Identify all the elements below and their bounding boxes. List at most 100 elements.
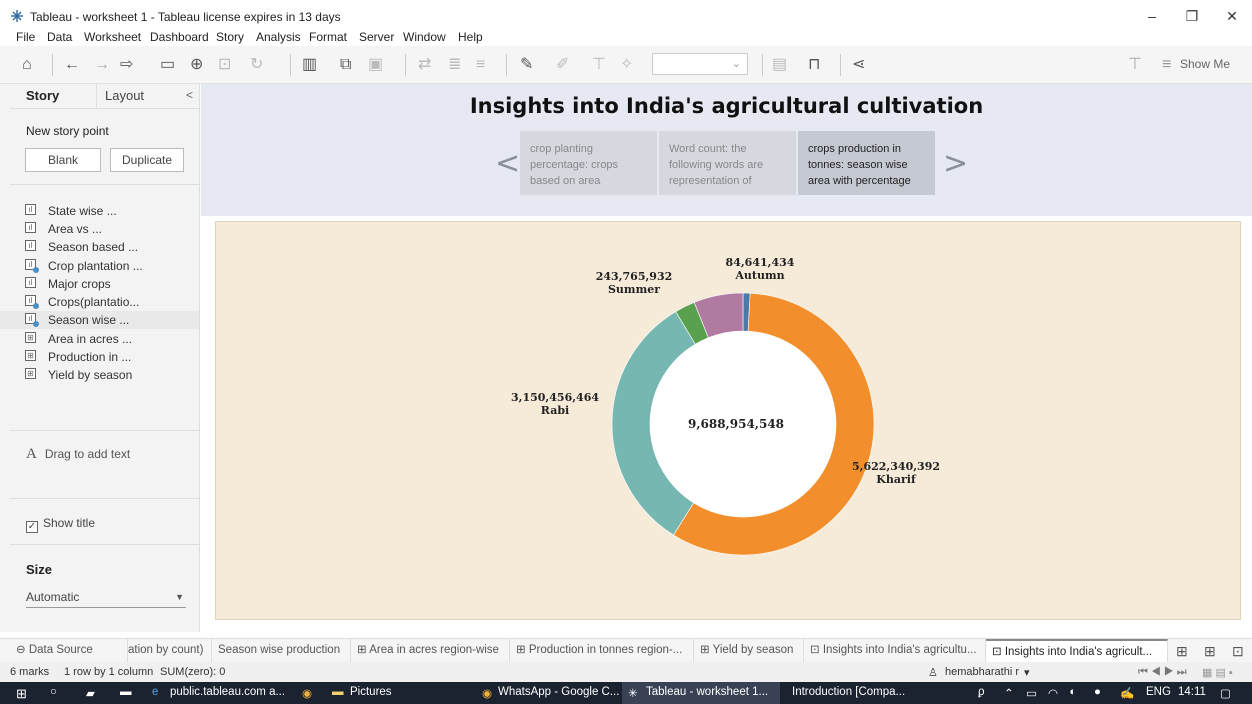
sheet-item[interactable]: ıl Crop plantation ... bbox=[0, 257, 199, 275]
home-icon[interactable]: ⌂ bbox=[22, 56, 32, 74]
sheet-tab[interactable]: ⊞ Production in tonnes region-... bbox=[510, 639, 694, 663]
folder-icon[interactable]: ▬ bbox=[332, 686, 344, 698]
story-point-card[interactable]: crop planting percentage: crops based on… bbox=[520, 131, 657, 195]
mail-icon[interactable]: ▬ bbox=[120, 686, 132, 698]
menu-file[interactable]: File bbox=[16, 30, 35, 44]
presentation-icon[interactable]: ⊓ bbox=[808, 56, 820, 74]
sheet-tab[interactable]: ation by count) bbox=[122, 639, 212, 663]
sort-asc-icon[interactable]: ≣ bbox=[448, 56, 461, 74]
share-icon[interactable]: ⋖ bbox=[852, 56, 865, 74]
sheet-item[interactable]: ⊞ Production in ... bbox=[0, 348, 199, 366]
sheet-tab[interactable]: ⊞ Yield by season bbox=[694, 639, 804, 663]
fit-icon[interactable]: ▤ bbox=[772, 56, 787, 74]
duplicate-button[interactable]: Duplicate bbox=[110, 148, 184, 172]
replace-data-icon[interactable]: ⇨ bbox=[120, 56, 133, 74]
sheet-item[interactable]: ⊞ Yield by season bbox=[0, 366, 199, 384]
highlight-icon[interactable]: ✎ bbox=[520, 56, 533, 74]
menu-server[interactable]: Server bbox=[359, 30, 394, 44]
language-indicator[interactable]: ENG bbox=[1146, 686, 1171, 698]
story-point-card[interactable]: Word count: the following words are repr… bbox=[659, 131, 796, 195]
sheet-item[interactable]: ⊞ Area in acres ... bbox=[0, 330, 199, 348]
menu-data[interactable]: Data bbox=[47, 30, 72, 44]
menu-analysis[interactable]: Analysis bbox=[256, 30, 301, 44]
notification-icon[interactable]: ▢ bbox=[1220, 686, 1231, 700]
size-select[interactable]: Automatic ▼ bbox=[26, 590, 186, 608]
sheet-nav-icon[interactable]: ⏮ ◀ ▶ ⏭ bbox=[1138, 666, 1187, 679]
story-point-card-active[interactable]: crops production in tonnes: season wise … bbox=[798, 131, 935, 195]
dropdown-arrow-icon[interactable]: ▾ bbox=[1024, 666, 1030, 679]
sheet-item[interactable]: ıl Area vs ... bbox=[0, 220, 199, 238]
blank-button[interactable]: Blank bbox=[25, 148, 101, 172]
slice-label-kharif: 5,622,340,392 Kharif bbox=[851, 460, 941, 486]
show-me-button[interactable]: Show Me bbox=[1180, 57, 1230, 71]
menu-format[interactable]: Format bbox=[309, 30, 347, 44]
taskbar-item[interactable]: Pictures bbox=[350, 686, 392, 698]
menu-worksheet[interactable]: Worksheet bbox=[84, 30, 141, 44]
sheet-item[interactable]: ıl Major crops bbox=[0, 275, 199, 293]
label-icon[interactable]: ⊤ bbox=[592, 56, 606, 74]
pause-icon[interactable]: ⊡ bbox=[218, 56, 231, 74]
swap-icon[interactable]: ⇄ bbox=[418, 56, 431, 74]
sheet-tab[interactable]: ⊞ Area in acres region-wise bbox=[351, 639, 510, 663]
new-datasource-icon[interactable]: ⊕ bbox=[190, 56, 203, 74]
grid-view-icon[interactable]: ▦ ▤ ▪ bbox=[1202, 666, 1233, 679]
tab-data-source[interactable]: ⊖ Data Source bbox=[10, 639, 128, 663]
clock[interactable]: 14:11 bbox=[1178, 686, 1206, 698]
redo-icon[interactable]: → bbox=[94, 56, 110, 74]
prev-story-point-icon[interactable]: < bbox=[495, 146, 520, 181]
tray-chevron-icon[interactable]: ⌃ bbox=[1004, 686, 1014, 700]
refresh-icon[interactable]: ↻ bbox=[250, 56, 263, 74]
sort-desc-icon[interactable]: ≡ bbox=[476, 56, 485, 74]
new-dashboard-tab-icon[interactable]: ⊞ bbox=[1204, 643, 1216, 660]
show-cards-icon[interactable]: ⊤ bbox=[1128, 56, 1142, 74]
chrome-icon[interactable]: ◉ bbox=[302, 686, 312, 700]
edge-icon[interactable]: e bbox=[152, 686, 158, 698]
sheet-item[interactable]: ıl Crops(plantatio... bbox=[0, 293, 199, 311]
sheet-item[interactable]: ıl State wise ... bbox=[0, 202, 199, 220]
taskbar-item[interactable]: public.tableau.com a... bbox=[170, 686, 285, 698]
save-icon[interactable]: ▭ bbox=[160, 56, 175, 74]
chrome-icon[interactable]: ◉ bbox=[482, 686, 492, 700]
menu-help[interactable]: Help bbox=[458, 30, 483, 44]
taskbar-item[interactable]: Tableau - worksheet 1... bbox=[646, 686, 768, 698]
menu-dashboard[interactable]: Dashboard bbox=[150, 30, 209, 44]
show-title-checkbox[interactable]: ✓ Show title bbox=[26, 516, 95, 533]
volume-icon[interactable]: ◖ bbox=[1068, 686, 1075, 698]
clear-sheet-icon[interactable]: ▣ bbox=[368, 56, 383, 74]
new-story-tab-icon[interactable]: ⊡ bbox=[1232, 643, 1244, 660]
undo-icon[interactable]: ← bbox=[64, 56, 80, 74]
sheet-tabs-bar: ⊖ Data Source ation by count) Season wis… bbox=[0, 638, 1252, 663]
user-menu[interactable]: hemabharathi r bbox=[945, 666, 1019, 678]
taskbar-item[interactable]: WhatsApp - Google C... bbox=[498, 686, 619, 698]
new-worksheet-icon[interactable]: ▥ bbox=[302, 56, 317, 74]
toolbar-divider bbox=[506, 54, 507, 76]
new-worksheet-tab-icon[interactable]: ⊞ bbox=[1176, 643, 1188, 660]
windows-start-icon[interactable]: ⊞ bbox=[16, 686, 27, 702]
tab-story[interactable]: Story bbox=[26, 88, 59, 103]
pin-icon[interactable]: ✧ bbox=[620, 56, 633, 74]
menu-window[interactable]: Window bbox=[403, 30, 446, 44]
fit-select[interactable]: ⌄ bbox=[652, 53, 748, 75]
duplicate-sheet-icon[interactable]: ⧉ bbox=[340, 56, 351, 74]
menu-story[interactable]: Story bbox=[216, 30, 244, 44]
sheet-tab[interactable]: ⊡ Insights into India's agricultu... bbox=[804, 639, 986, 663]
close-button[interactable]: ✕ bbox=[1222, 6, 1242, 26]
people-icon[interactable]: ϼ bbox=[978, 686, 985, 698]
search-icon[interactable]: ○ bbox=[50, 686, 57, 698]
store-icon[interactable]: ▰ bbox=[86, 686, 95, 700]
wifi-icon[interactable]: ◠ bbox=[1048, 686, 1058, 700]
minimize-button[interactable]: – bbox=[1142, 6, 1162, 26]
sheet-tab[interactable]: Season wise production bbox=[212, 639, 351, 663]
maximize-button[interactable]: ❐ bbox=[1182, 6, 1202, 26]
pen-icon[interactable]: ✍ bbox=[1120, 686, 1134, 700]
tab-layout[interactable]: Layout bbox=[105, 88, 144, 103]
bar-chart-icon: ıl bbox=[25, 204, 36, 215]
group-icon[interactable]: ✐ bbox=[556, 56, 569, 74]
taskbar-item[interactable]: Introduction [Compa... bbox=[792, 686, 905, 698]
next-story-point-icon[interactable]: > bbox=[943, 146, 968, 181]
sheet-item[interactable]: ıl Season wise ... bbox=[0, 311, 199, 329]
collapse-icon[interactable]: < bbox=[186, 88, 193, 102]
sheet-item[interactable]: ıl Season based ... bbox=[0, 238, 199, 256]
sheet-tab-active[interactable]: ⊡ Insights into India's agricult... bbox=[986, 639, 1168, 663]
drag-text-item[interactable]: A Drag to add text bbox=[26, 446, 130, 463]
